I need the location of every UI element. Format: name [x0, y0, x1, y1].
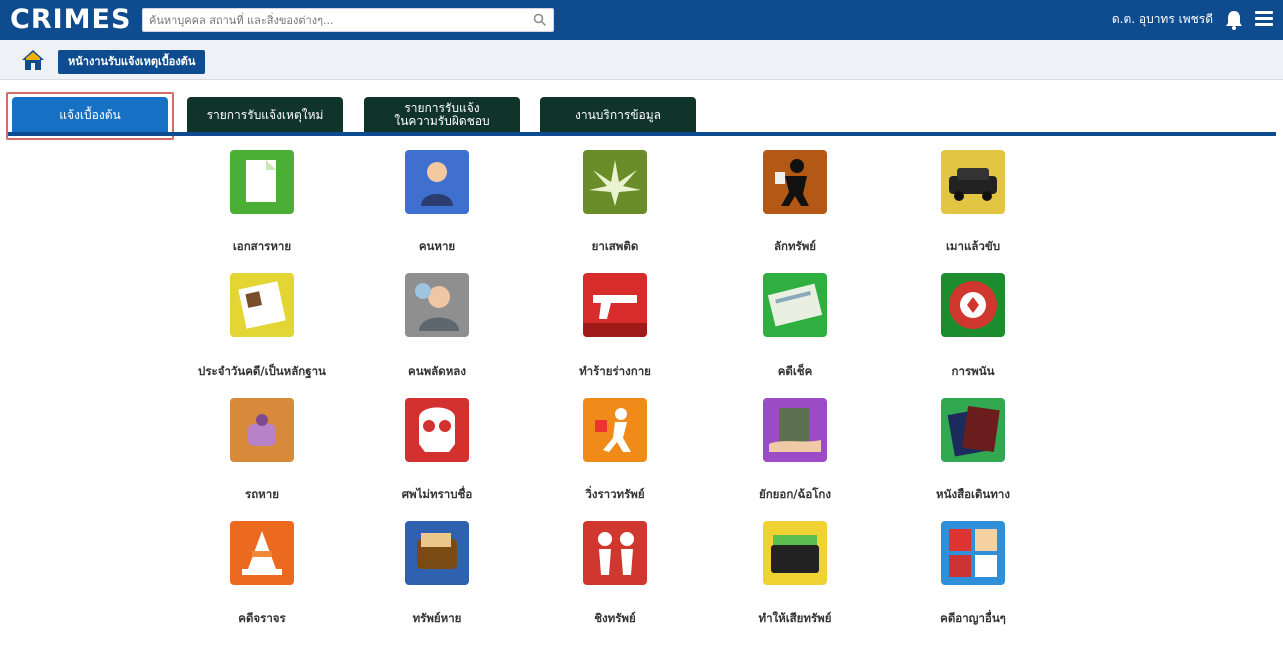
category-label[interactable]: ศพไม่ทราบชื่อ — [342, 486, 532, 504]
thief-icon[interactable] — [763, 150, 827, 214]
category-label[interactable]: ลักทรัพย์ — [700, 238, 890, 256]
passport-icon[interactable] — [941, 398, 1005, 462]
breadcrumb-current[interactable]: หน้างานรับแจ้งเหตุเบื้องต้น — [58, 50, 206, 74]
search-icon[interactable] — [533, 13, 547, 27]
person-icon[interactable] — [405, 150, 469, 214]
tab-responsible-reports[interactable]: รายการรับแจ้ง ในความรับผิดชอบ — [364, 97, 520, 133]
skull-icon[interactable] — [405, 398, 469, 462]
user-name[interactable]: ด.ต. อุบาทร เพชรดี — [1112, 11, 1213, 27]
gun-icon[interactable] — [583, 273, 647, 337]
category-label[interactable]: คดีจราจร — [167, 610, 357, 628]
tab-new-reports[interactable]: รายการรับแจ้งเหตุใหม่ — [187, 97, 343, 133]
money-hand-icon[interactable] — [763, 398, 827, 462]
tab-underline — [8, 132, 1276, 136]
menu-icon[interactable] — [1255, 11, 1273, 27]
category-label[interactable]: ทำให้เสียทรัพย์ — [700, 610, 890, 628]
cheque-icon[interactable] — [763, 273, 827, 337]
category-label[interactable]: ยาเสพติด — [520, 238, 710, 256]
top-navbar: CRIMES ด.ต. อุบาทร เพชรดี — [0, 0, 1283, 40]
category-label[interactable]: เมาแล้วขับ — [878, 238, 1068, 256]
snatch-thief-icon[interactable] — [583, 398, 647, 462]
category-label[interactable]: คดีอาญาอื่นๆ — [878, 610, 1068, 628]
tab-data-services[interactable]: งานบริการข้อมูล — [540, 97, 696, 133]
category-label[interactable]: คดีเช็ค — [700, 363, 890, 381]
category-label[interactable]: การพนัน — [878, 363, 1068, 381]
lost-car-icon[interactable] — [230, 398, 294, 462]
category-label[interactable]: คนหาย — [342, 238, 532, 256]
category-label[interactable]: คนพลัดหลง — [342, 363, 532, 381]
car-icon[interactable] — [941, 150, 1005, 214]
category-label[interactable]: ทำร้ายร่างกาย — [520, 363, 710, 381]
category-label[interactable]: ชิงทรัพย์ — [520, 610, 710, 628]
home-icon[interactable] — [21, 48, 45, 72]
other-cases-icon[interactable] — [941, 521, 1005, 585]
category-label[interactable]: ประจำวันคดี/เป็นหลักฐาน — [167, 363, 357, 381]
casino-chip-icon[interactable] — [941, 273, 1005, 337]
category-label[interactable]: รถหาย — [167, 486, 357, 504]
category-label[interactable]: เอกสารหาย — [167, 238, 357, 256]
damaged-wallet-icon[interactable] — [763, 521, 827, 585]
lost-person-icon[interactable] — [405, 273, 469, 337]
notebook-icon[interactable] — [230, 273, 294, 337]
category-label[interactable]: หนังสือเดินทาง — [878, 486, 1068, 504]
bell-icon[interactable] — [1223, 9, 1245, 31]
wallet-icon[interactable] — [405, 521, 469, 585]
document-icon[interactable] — [230, 150, 294, 214]
app-logo[interactable]: CRIMES — [10, 4, 131, 36]
robbery-icon[interactable] — [583, 521, 647, 585]
traffic-cone-icon[interactable] — [230, 521, 294, 585]
tab-initial-report[interactable]: แจ้งเบื้องต้น — [12, 97, 168, 133]
category-label[interactable]: ยักยอก/ฉ้อโกง — [700, 486, 890, 504]
search-box[interactable] — [142, 8, 554, 32]
category-label[interactable]: ทรัพย์หาย — [342, 610, 532, 628]
search-input[interactable] — [149, 11, 529, 29]
category-label[interactable]: วิ่งราวทรัพย์ — [520, 486, 710, 504]
cannabis-leaf-icon[interactable] — [583, 150, 647, 214]
